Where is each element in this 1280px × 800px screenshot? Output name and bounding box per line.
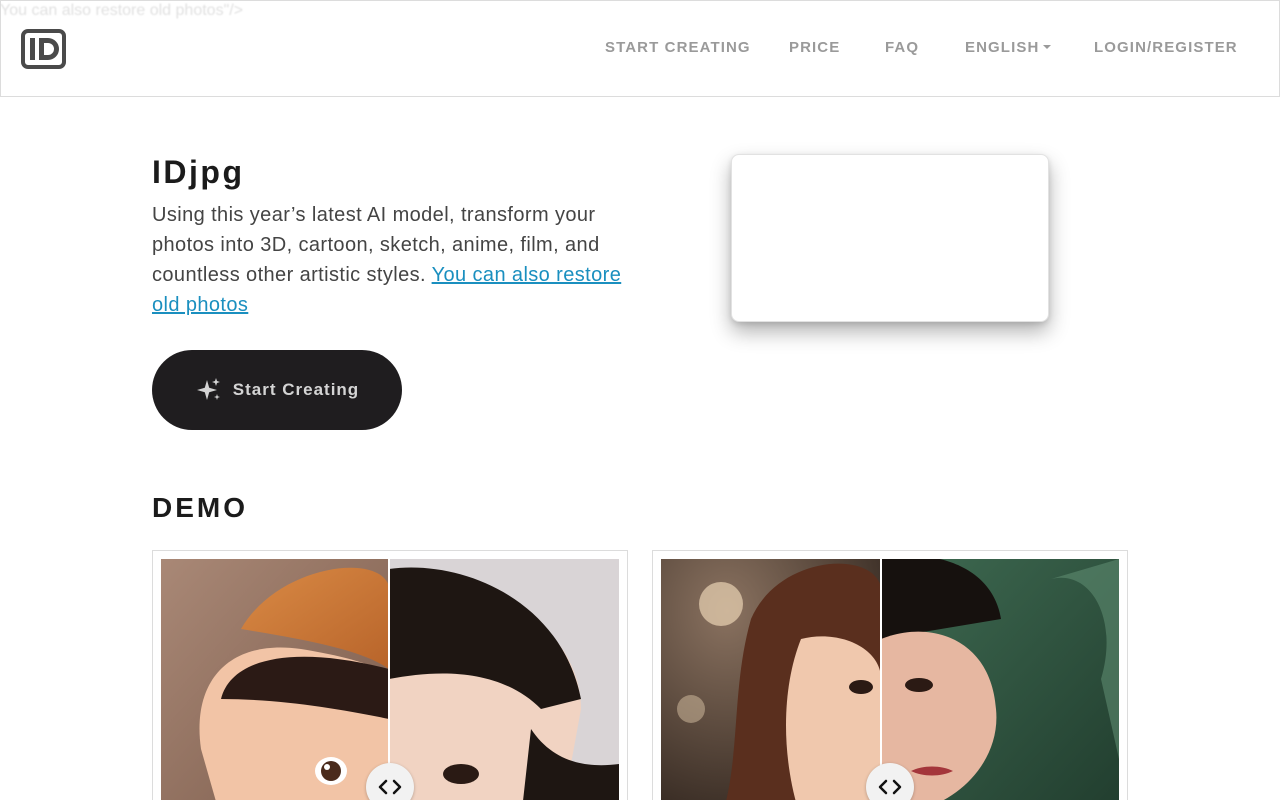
demo-comparison-card — [652, 550, 1128, 800]
demo-comparison-card — [152, 550, 628, 800]
stray-text: You can also restore old photos"/> — [0, 2, 244, 19]
language-label: ENGLISH — [965, 39, 1040, 56]
start-creating-label: Start Creating — [232, 380, 360, 399]
hero-description: Using this year’s latest AI model, trans… — [152, 200, 632, 320]
chevron-left-right-icon — [878, 779, 902, 795]
caret-down-icon — [1043, 45, 1052, 49]
nav-price[interactable]: PRICE — [789, 39, 840, 56]
hero-title: IDjpg — [152, 154, 245, 190]
language-dropdown[interactable]: ENGLISH — [965, 39, 1052, 56]
nav-start-creating[interactable]: START CREATING — [605, 39, 751, 56]
start-creating-button[interactable]: Start Creating — [152, 350, 402, 430]
nav-menu: START CREATING PRICE FAQ ENGLISH LOGIN/R… — [1, 39, 1279, 59]
demo-title: DEMO — [152, 492, 248, 523]
nav-login-register[interactable]: LOGIN/REGISTER — [1094, 39, 1238, 56]
preview-card — [731, 154, 1049, 322]
chevron-left-right-icon — [378, 779, 402, 795]
sparkle-icon — [195, 376, 223, 404]
nav-faq[interactable]: FAQ — [885, 39, 919, 56]
